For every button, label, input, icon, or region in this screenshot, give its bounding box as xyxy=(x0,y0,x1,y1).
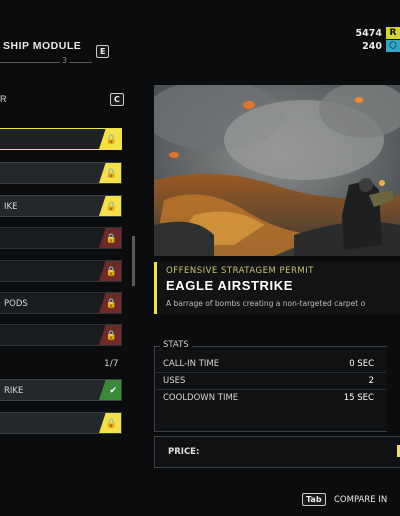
requisition-badge: R xyxy=(386,27,400,39)
stat-value: 0 SEC xyxy=(349,359,374,369)
checkmark-icon: ✔ xyxy=(109,386,117,396)
lock-icon: 🔒 xyxy=(105,234,117,244)
item-name: EAGLE AIRSTRIKE xyxy=(166,278,293,293)
status-badge: 🔒 xyxy=(99,196,121,216)
lock-icon: 🔒 xyxy=(105,169,117,179)
medals-icon: ⬡ xyxy=(386,40,400,52)
stat-divider xyxy=(154,372,386,373)
stat-label: COOLDOWN TIME xyxy=(163,393,239,403)
status-badge: 🔒 xyxy=(99,261,121,281)
price-label: PRICE: xyxy=(168,447,200,457)
list-item[interactable]: 🔒 xyxy=(0,412,122,434)
list-item-label: RIKE xyxy=(4,386,24,396)
ship-module-title: SHIP MODULE xyxy=(3,40,82,52)
stats-title: STATS xyxy=(160,340,192,350)
list-item[interactable]: 🔒 xyxy=(0,128,122,150)
lock-icon: 🔒 xyxy=(105,267,117,277)
item-category: OFFENSIVE STRATAGEM PERMIT xyxy=(166,266,314,276)
stat-label: CALL-IN TIME xyxy=(163,359,220,369)
list-item[interactable]: 🔒 xyxy=(0,324,122,346)
item-description: A barrage of bombs creating a non-target… xyxy=(166,299,366,308)
lock-icon: 🔒 xyxy=(105,135,117,145)
status-badge: 🔒 xyxy=(99,413,121,433)
tab-key[interactable]: Tab xyxy=(302,493,326,506)
list-item[interactable]: 🔒 xyxy=(0,162,122,184)
category-label: R xyxy=(0,94,7,104)
list-item[interactable]: PODS 🔒 xyxy=(0,292,122,314)
owned-count: 1/7 xyxy=(104,359,119,369)
requisition-value: 5474 xyxy=(355,28,382,39)
stat-value: 15 SEC xyxy=(343,393,374,403)
category-key[interactable]: C xyxy=(110,93,124,106)
list-item[interactable]: 🔒 xyxy=(0,227,122,249)
list-scrollbar[interactable] xyxy=(132,236,135,286)
list-item-label: PODS xyxy=(4,299,28,309)
status-badge: 🔒 xyxy=(99,129,121,149)
next-module-key[interactable]: E xyxy=(96,45,110,58)
status-badge: 🔒 xyxy=(99,325,121,345)
stat-value: 2 xyxy=(368,376,374,386)
status-badge: 🔒 xyxy=(99,293,121,313)
list-item-label: IKE xyxy=(4,202,18,212)
stat-label: USES xyxy=(163,376,186,386)
compare-inventory-label[interactable]: COMPARE IN xyxy=(334,495,387,505)
stratagem-preview-image xyxy=(154,85,400,256)
lock-icon: 🔒 xyxy=(105,202,117,212)
lock-icon: 🔒 xyxy=(105,331,117,341)
lock-icon: 🔒 xyxy=(105,419,117,429)
list-item[interactable]: IKE 🔒 xyxy=(0,195,122,217)
preview-scene xyxy=(154,85,400,256)
status-badge: ✔ xyxy=(99,380,121,400)
module-number: 3 xyxy=(60,56,70,65)
module-divider xyxy=(0,62,92,63)
status-badge: 🔒 xyxy=(99,228,121,248)
status-badge: 🔒 xyxy=(99,163,121,183)
list-item[interactable]: RIKE ✔ xyxy=(0,379,122,401)
stat-divider xyxy=(154,389,386,390)
medals-value: 240 xyxy=(362,41,382,52)
lock-icon: 🔒 xyxy=(105,299,117,309)
list-item[interactable]: 🔒 xyxy=(0,260,122,282)
